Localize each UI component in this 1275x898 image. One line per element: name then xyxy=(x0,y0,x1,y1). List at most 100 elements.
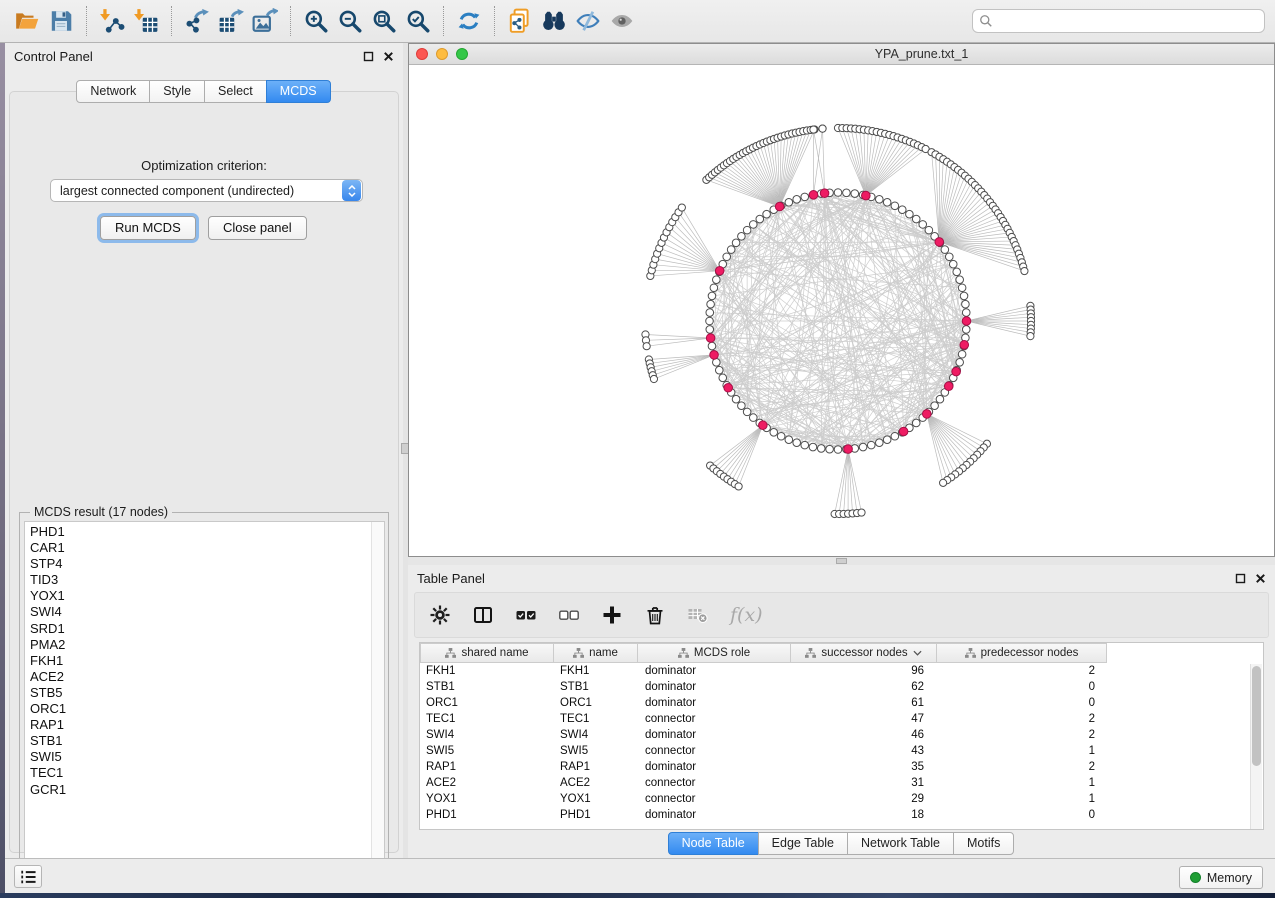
table-row[interactable]: PHD1PHD1dominator180 xyxy=(420,807,1263,823)
column-header[interactable]: name xyxy=(553,643,638,663)
zoom-out-button[interactable] xyxy=(333,5,367,37)
table-row[interactable]: FKH1FKH1dominator962 xyxy=(420,663,1263,679)
list-item[interactable]: STP4 xyxy=(30,556,371,572)
table-row[interactable]: ACE2ACE2connector311 xyxy=(420,775,1263,791)
table-row[interactable]: ORC1ORC1dominator610 xyxy=(420,695,1263,711)
table-row[interactable]: SWI5SWI5connector431 xyxy=(420,743,1263,759)
search-input[interactable] xyxy=(998,14,1258,28)
column-header[interactable]: shared name xyxy=(420,643,554,663)
list-item[interactable]: PMA2 xyxy=(30,637,371,653)
list-item[interactable]: TEC1 xyxy=(30,765,371,781)
list-item[interactable]: ACE2 xyxy=(30,669,371,685)
zoom-out-icon xyxy=(337,8,363,34)
run-mcds-button[interactable]: Run MCDS xyxy=(100,216,196,240)
list-item[interactable]: PHD1 xyxy=(30,524,371,540)
select-all-button[interactable] xyxy=(515,604,537,626)
table-row[interactable]: TEC1TEC1connector472 xyxy=(420,711,1263,727)
dropdown-stepper-icon xyxy=(342,180,361,201)
network-window-title: YPA_prune.txt_1 xyxy=(409,47,1274,61)
tab-style[interactable]: Style xyxy=(149,80,205,103)
tab-motifs[interactable]: Motifs xyxy=(953,832,1014,855)
table-cell: dominator xyxy=(639,809,793,821)
network-canvas[interactable] xyxy=(409,65,1274,556)
deselect-all-button[interactable] xyxy=(558,604,580,626)
horizontal-splitter[interactable] xyxy=(408,557,1275,565)
mcds-result-title: MCDS result (17 nodes) xyxy=(30,505,172,519)
column-header[interactable]: MCDS role xyxy=(637,643,791,663)
tab-network-table[interactable]: Network Table xyxy=(847,832,954,855)
criterion-dropdown[interactable]: largest connected component (undirected) xyxy=(50,179,363,202)
export-network-button[interactable] xyxy=(180,5,214,37)
refresh-button[interactable] xyxy=(452,5,486,37)
zoom-selected-button[interactable] xyxy=(401,5,435,37)
splitter-handle[interactable] xyxy=(836,558,847,564)
table-row[interactable]: RAP1RAP1dominator352 xyxy=(420,759,1263,775)
tab-select[interactable]: Select xyxy=(204,80,267,103)
column-header[interactable]: successor nodes xyxy=(790,643,937,663)
show-columns-button[interactable] xyxy=(472,604,494,626)
preview-button[interactable] xyxy=(605,5,639,37)
close-panel-button[interactable]: Close panel xyxy=(208,216,307,240)
table-cell: PHD1 xyxy=(554,809,639,821)
list-item[interactable]: YOX1 xyxy=(30,588,371,604)
close-icon[interactable] xyxy=(383,51,394,62)
list-item[interactable]: SRD1 xyxy=(30,621,371,637)
export-image-button[interactable] xyxy=(248,5,282,37)
zoom-fit-button[interactable] xyxy=(367,5,401,37)
close-icon[interactable] xyxy=(1255,573,1266,584)
import-network-button[interactable] xyxy=(95,5,129,37)
clone-network-button[interactable] xyxy=(503,5,537,37)
toolbar-separator xyxy=(290,6,291,36)
memory-button[interactable]: Memory xyxy=(1179,866,1263,889)
tab-edge-table[interactable]: Edge Table xyxy=(758,832,848,855)
network-search-field[interactable] xyxy=(972,9,1265,33)
function-builder-button[interactable]: f(x) xyxy=(730,604,763,626)
table-tabs: Node TableEdge TableNetwork TableMotifs xyxy=(408,832,1275,855)
result-scrollbar[interactable] xyxy=(371,522,384,879)
export-table-button[interactable] xyxy=(214,5,248,37)
search-network-button[interactable] xyxy=(537,5,571,37)
open-file-button[interactable] xyxy=(10,5,44,37)
list-item[interactable]: CAR1 xyxy=(30,540,371,556)
table-cell: 2 xyxy=(940,713,1111,725)
list-item[interactable]: SWI5 xyxy=(30,749,371,765)
network-window-titlebar[interactable]: YPA_prune.txt_1 xyxy=(409,44,1274,65)
table-settings-button[interactable] xyxy=(429,604,451,626)
show-hide-panel-button[interactable] xyxy=(571,5,605,37)
table-scrollbar[interactable] xyxy=(1250,664,1262,829)
table-cell: 2 xyxy=(940,665,1111,677)
delete-table-button[interactable] xyxy=(687,604,709,626)
scrollbar-thumb[interactable] xyxy=(1252,666,1261,766)
zoom-in-button[interactable] xyxy=(299,5,333,37)
column-header[interactable]: predecessor nodes xyxy=(936,643,1107,663)
tab-network[interactable]: Network xyxy=(76,80,150,103)
table-cell: dominator xyxy=(639,729,793,741)
float-window-icon[interactable] xyxy=(363,51,374,62)
list-item[interactable]: FKH1 xyxy=(30,653,371,669)
table-cell: connector xyxy=(639,745,793,757)
float-window-icon[interactable] xyxy=(1235,573,1246,584)
export-table-icon xyxy=(218,8,244,34)
list-item[interactable]: RAP1 xyxy=(30,717,371,733)
list-item[interactable]: STB1 xyxy=(30,733,371,749)
table-row[interactable]: SWI4SWI4dominator462 xyxy=(420,727,1263,743)
list-item[interactable]: TID3 xyxy=(30,572,371,588)
list-item[interactable]: STB5 xyxy=(30,685,371,701)
delete-column-button[interactable] xyxy=(644,604,666,626)
table-row[interactable]: STB1STB1dominator620 xyxy=(420,679,1263,695)
tab-mcds[interactable]: MCDS xyxy=(266,80,331,103)
tab-node-table[interactable]: Node Table xyxy=(668,832,759,855)
add-column-button[interactable] xyxy=(601,604,623,626)
task-history-button[interactable] xyxy=(14,865,42,888)
list-item[interactable]: ORC1 xyxy=(30,701,371,717)
control-panel: Control Panel NetworkStyleSelectMCDS Opt… xyxy=(5,43,403,858)
table-row[interactable]: YOX1YOX1connector291 xyxy=(420,791,1263,807)
table-cell: connector xyxy=(639,793,793,805)
table-cell: YOX1 xyxy=(554,793,639,805)
table-cell: 35 xyxy=(793,761,940,773)
list-item[interactable]: SWI4 xyxy=(30,604,371,620)
save-session-button[interactable] xyxy=(44,5,78,37)
import-table-button[interactable] xyxy=(129,5,163,37)
zoom-in-icon xyxy=(303,8,329,34)
list-item[interactable]: GCR1 xyxy=(30,782,371,798)
